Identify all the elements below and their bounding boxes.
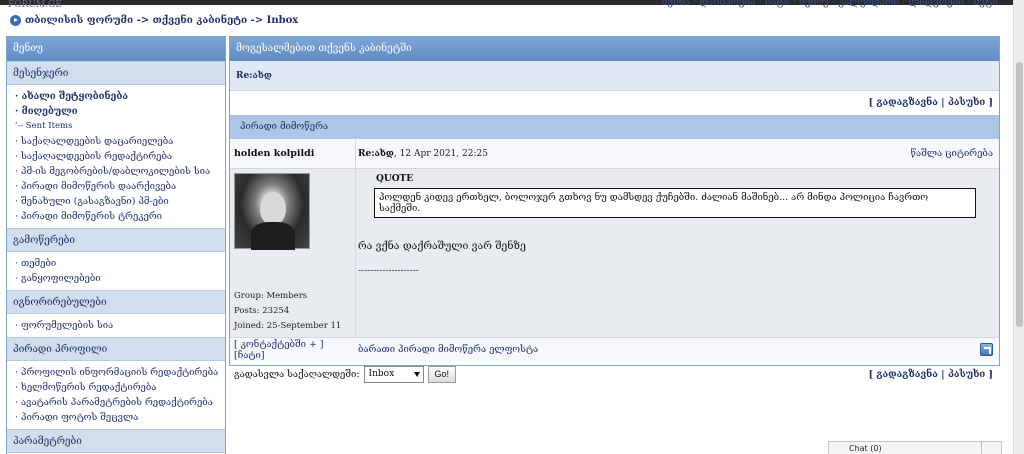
- user-group: Group: Members: [234, 291, 308, 301]
- message-content: QUOTE პოლდენ კიდევ ერთხელ, ბოლოჯერ გთხოვ…: [356, 169, 999, 337]
- sidebar-item-topics[interactable]: · თემები: [15, 256, 225, 271]
- section-messenger: მესენჯერი: [7, 61, 225, 85]
- user-stats: Group: Members Posts: 23254 Joined: 25-S…: [234, 289, 341, 334]
- post-author[interactable]: holden kolpildi: [230, 139, 356, 168]
- breadcrumb-text[interactable]: თბილისის ფორუმი -> თქვენი კაბინეტი -> In…: [25, 15, 298, 26]
- bottom-actions: [ გადაგზავნა | პასუხი ]: [869, 369, 999, 380]
- folder-select[interactable]: Inbox: [363, 365, 424, 383]
- sidebar-item-new-message[interactable]: · ახალი შეტყობინება: [15, 89, 225, 104]
- post-subject: Re:ახდ: [358, 149, 394, 159]
- sidebar-item-inbox[interactable]: · მიღებული: [15, 104, 225, 119]
- message-text: რა ვქნა დაქრაშული ვარ შენზე: [358, 240, 526, 252]
- actions-sep: |: [937, 97, 948, 108]
- actions-sep-bottom: |: [937, 368, 948, 380]
- breadcrumb: თბილისის ფორუმი -> თქვენი კაბინეტი -> In…: [10, 15, 298, 26]
- chat-tab[interactable]: Chat (0): [828, 441, 1002, 454]
- post-links[interactable]: წაშლა ციტირება: [869, 139, 999, 168]
- user-info: Group: Members Posts: 23254 Joined: 25-S…: [230, 169, 356, 337]
- chevron-down-icon: [413, 371, 420, 377]
- post-meta: Re:ახდ, 12 Apr 2021, 22:25: [356, 139, 869, 168]
- actions-close-bottom: ]: [985, 368, 993, 380]
- sidebar-item-edit-profile[interactable]: · პროფილის ინფორმაციის რედაქტირება: [15, 365, 225, 380]
- message-subject: Re:ახდ: [230, 61, 999, 91]
- quote-label: QUOTE: [376, 174, 414, 184]
- move-folder-row: გადასვლა საქაღალდეში: Inbox Go! [ გადაგზ…: [230, 361, 999, 387]
- ignored-list: · ფორუმელების სია: [7, 314, 225, 337]
- user-joined: Joined: 25-September 11: [234, 321, 342, 331]
- sidebar-item-message-tracker[interactable]: · პირადი მიმოწერის ტრეკერი: [15, 209, 225, 224]
- sidebar-title: მენიუ: [7, 37, 225, 61]
- card-links[interactable]: ბარათი პირადი მიმოწერა ელფოსტა: [356, 344, 980, 355]
- quote-box: პოლდენ კიდევ ერთხელ, ბოლოჯერ გთხოვ ნუ და…: [374, 188, 976, 218]
- folder-select-value: Inbox: [368, 368, 395, 379]
- reply-link-bottom[interactable]: პასუხი: [948, 369, 985, 380]
- sidebar-item-saved-messages[interactable]: · შენახული (გასაგზავნი) პმ-ები: [15, 194, 225, 209]
- subscriptions-list: · თემები · განყოფილებები: [7, 252, 225, 290]
- move-folder-label: გადასვლა საქაღალდეში:: [234, 368, 360, 380]
- post-header: holden kolpildi Re:ახდ, 12 Apr 2021, 22:…: [230, 139, 999, 169]
- post-footer: [ კონტაქტებში + ] [ჩატი] ბარათი პირადი მ…: [230, 337, 999, 361]
- profile-list: · პროფილის ინფორმაციის რედაქტირება · ხელ…: [7, 361, 225, 429]
- play-circle-icon: [10, 15, 21, 26]
- site-domain: FORUM.GE: [8, 0, 62, 10]
- chat-divider: [981, 442, 982, 454]
- go-button[interactable]: Go!: [427, 365, 457, 383]
- signature: --------------------: [358, 266, 419, 276]
- sidebar-item-edit-folders[interactable]: · საქაღალდეების რედაქტირება: [15, 149, 225, 164]
- forward-link-bottom[interactable]: გადაგზავნა: [876, 369, 937, 380]
- user-posts: Posts: 23254: [234, 306, 290, 316]
- sidebar-item-edit-signature[interactable]: · ხელმოწერის რედაქტირება: [15, 380, 225, 395]
- messenger-list: · ახალი შეტყობინება · მიღებული '-- Sent …: [7, 85, 225, 228]
- forward-link[interactable]: გადაგზავნა: [876, 97, 937, 108]
- avatar: [234, 173, 310, 250]
- section-subscriptions: გამოწერები: [7, 228, 225, 252]
- sidebar-item-archive-messages[interactable]: · პირადი მიმოწერის დაარქივება: [15, 179, 225, 194]
- sidebar-item-change-photo[interactable]: · პირადი ფოტოს შეცვლა: [15, 410, 225, 425]
- post-body: Group: Members Posts: 23254 Joined: 25-S…: [230, 169, 999, 337]
- section-ignored: იგნორირებულები: [7, 290, 225, 314]
- sidebar-item-edit-avatar[interactable]: · ავატარის პარამეტრების რედაქტირება: [15, 395, 225, 410]
- sidebar-menu: მენიუ მესენჯერი · ახალი შეტყობინება · მი…: [6, 36, 226, 454]
- pm-section-bar: პირადი მიმოწერა: [230, 115, 999, 139]
- top-navigation[interactable]: ძებნა · დახმარება · ჩატი · მენიუ · კალენ…: [662, 0, 999, 8]
- main-panel: მოგესალმებით თქვენს კაბინეტში Re:ახდ [ გ…: [229, 36, 1000, 383]
- actions-close: ]: [985, 97, 993, 108]
- section-profile: პირადი პროფილი: [7, 337, 225, 361]
- sidebar-item-sent-items[interactable]: '-- Sent Items: [15, 119, 225, 134]
- sidebar-item-forums[interactable]: · განყოფილებები: [15, 271, 225, 286]
- top-actions: [ გადაგზავნა | პასუხი ]: [230, 91, 999, 115]
- contacts-links[interactable]: [ კონტაქტებში + ] [ჩატი]: [230, 339, 356, 361]
- chat-label: Chat (0): [849, 444, 882, 453]
- scroll-top-icon[interactable]: [980, 343, 993, 356]
- post-date: , 12 Apr 2021, 22:25: [393, 149, 488, 159]
- section-settings: პარამეტრები: [7, 429, 225, 453]
- sidebar-item-buddy-block-list[interactable]: · პმ-ის მეგობრების/დაბლოკილების სია: [15, 164, 225, 179]
- main-title: მოგესალმებით თქვენს კაბინეტში: [230, 37, 999, 61]
- reply-link[interactable]: პასუხი: [948, 97, 985, 108]
- sidebar-item-empty-folders[interactable]: · საქაღალდეების დაცარიელება: [15, 134, 225, 149]
- scrollbar-thumb[interactable]: [1016, 62, 1023, 327]
- sidebar-item-ignored-users[interactable]: · ფორუმელების სია: [15, 318, 225, 333]
- page-scrollbar[interactable]: [1013, 0, 1024, 454]
